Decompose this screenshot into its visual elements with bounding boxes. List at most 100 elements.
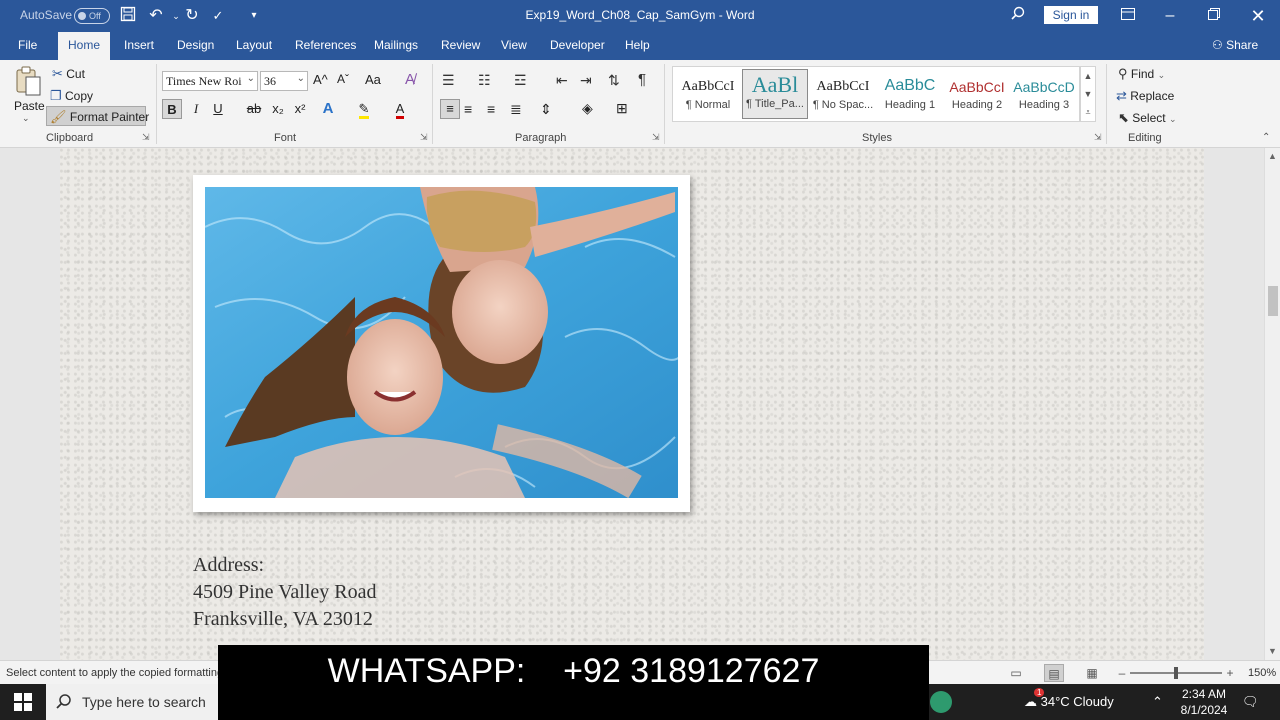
clear-formatting-icon[interactable]: A̸ bbox=[405, 71, 415, 88]
zoom-slider[interactable] bbox=[1130, 667, 1222, 679]
spelling-icon[interactable]: ✓ bbox=[208, 6, 228, 26]
copy-button[interactable]: ❐ Copy bbox=[50, 88, 93, 104]
subscript-button[interactable]: x₂ bbox=[268, 99, 288, 119]
change-case-button[interactable]: Aa bbox=[365, 72, 381, 87]
underline-button[interactable]: U bbox=[208, 99, 228, 119]
search-icon[interactable] bbox=[1008, 6, 1028, 26]
tab-file[interactable]: File bbox=[18, 38, 37, 52]
zoom-in-icon[interactable]: + bbox=[1220, 664, 1240, 682]
increase-indent-icon[interactable]: ⇥ bbox=[580, 72, 592, 89]
grow-font-button[interactable]: A^ bbox=[313, 72, 328, 87]
style-heading-3[interactable]: AaBbCcD Heading 3 bbox=[1011, 69, 1077, 119]
paste-dropdown-icon[interactable]: ⌄ bbox=[22, 113, 30, 124]
font-name-combo[interactable]: Times New Roi ⌄ bbox=[162, 71, 258, 91]
scroll-down-icon[interactable]: ▼ bbox=[1081, 85, 1095, 103]
font-size-combo[interactable]: 36 ⌄ bbox=[260, 71, 308, 91]
decrease-indent-icon[interactable]: ⇤ bbox=[556, 72, 568, 89]
style-title-page[interactable]: AaBl ¶ Title_Pa... bbox=[742, 69, 808, 119]
style-heading-1[interactable]: AaBbC Heading 1 bbox=[877, 69, 943, 119]
align-left-icon[interactable]: ≡ bbox=[440, 99, 460, 119]
borders-icon[interactable]: ⊞ bbox=[616, 100, 628, 117]
windows-start-icon[interactable] bbox=[14, 693, 32, 714]
zoom-slider-knob[interactable] bbox=[1174, 667, 1178, 679]
select-button[interactable]: ⬉ Select ⌄ bbox=[1118, 110, 1177, 126]
tab-review[interactable]: Review bbox=[441, 38, 480, 52]
clipboard-launcher-icon[interactable]: ⇲ bbox=[142, 132, 150, 143]
minimize-icon[interactable]: – bbox=[1160, 6, 1180, 26]
align-right-icon[interactable]: ≡ bbox=[487, 101, 495, 117]
paste-button[interactable]: Paste bbox=[14, 99, 45, 113]
restore-icon[interactable] bbox=[1204, 6, 1224, 26]
document-page[interactable]: Address: 4509 Pine Valley Road Franksvil… bbox=[60, 148, 1204, 660]
shrink-font-button[interactable]: Aˇ bbox=[337, 72, 349, 86]
tab-mailings[interactable]: Mailings bbox=[374, 38, 418, 52]
cut-button[interactable]: ✂ Cut bbox=[52, 66, 85, 82]
save-icon[interactable] bbox=[118, 6, 138, 26]
font-launcher-icon[interactable]: ⇲ bbox=[420, 132, 428, 143]
weather-widget[interactable]: ☁ 1 34°C Cloudy bbox=[1024, 688, 1114, 710]
tab-help[interactable]: Help bbox=[625, 38, 650, 52]
bold-button[interactable]: B bbox=[162, 99, 182, 119]
undo-icon[interactable]: ↶ bbox=[146, 6, 166, 26]
style-heading-2[interactable]: AaBbCcI Heading 2 bbox=[944, 69, 1010, 119]
replace-button[interactable]: ⇄ Replace bbox=[1116, 88, 1174, 104]
align-center-icon[interactable]: ≡ bbox=[464, 101, 472, 117]
strikethrough-button[interactable]: ab bbox=[244, 99, 264, 119]
paragraph-launcher-icon[interactable]: ⇲ bbox=[652, 132, 660, 143]
bullets-icon[interactable]: ☰ bbox=[442, 72, 455, 89]
photo-frame[interactable] bbox=[193, 175, 690, 512]
read-mode-icon[interactable]: ▭ bbox=[1006, 664, 1026, 682]
style-no-spacing[interactable]: AaBbCcI ¶ No Spac... bbox=[810, 69, 876, 119]
sign-in-button[interactable]: Sign in bbox=[1044, 6, 1098, 24]
line-spacing-icon[interactable]: ⇕ bbox=[540, 101, 552, 118]
print-layout-icon[interactable]: ▤ bbox=[1044, 664, 1064, 682]
edge-browser-icon[interactable] bbox=[930, 691, 952, 713]
redo-icon[interactable]: ↻ bbox=[182, 6, 202, 26]
collapse-ribbon-icon[interactable]: ⌃ bbox=[1262, 132, 1270, 143]
shading-icon[interactable]: ◈ bbox=[582, 100, 593, 117]
customize-toolbar-icon[interactable]: ▾ bbox=[244, 6, 264, 26]
taskbar-search[interactable]: Type here to search bbox=[46, 684, 218, 720]
tab-home[interactable]: Home bbox=[58, 32, 111, 60]
multilevel-list-icon[interactable]: ☲ bbox=[514, 72, 527, 89]
close-icon[interactable]: ✕ bbox=[1248, 6, 1268, 26]
find-button[interactable]: ⚲ Find ⌄ bbox=[1118, 66, 1165, 82]
ribbon-display-options-icon[interactable] bbox=[1118, 6, 1138, 26]
pool-photo[interactable] bbox=[205, 187, 678, 498]
tab-layout[interactable]: Layout bbox=[236, 38, 272, 52]
vertical-scrollbar[interactable]: ▲ ▼ bbox=[1264, 148, 1280, 660]
scroll-up-icon[interactable]: ▲ bbox=[1081, 67, 1095, 85]
share-button[interactable]: ⚇ Share bbox=[1212, 38, 1258, 52]
zoom-out-icon[interactable]: – bbox=[1112, 664, 1132, 682]
zoom-level[interactable]: 150% bbox=[1248, 667, 1276, 679]
clock[interactable]: 2:34 AM 8/1/2024 bbox=[1176, 686, 1232, 718]
styles-launcher-icon[interactable]: ⇲ bbox=[1094, 132, 1102, 143]
justify-icon[interactable]: ≣ bbox=[510, 101, 522, 118]
web-layout-icon[interactable]: ▦ bbox=[1082, 664, 1102, 682]
tab-references[interactable]: References bbox=[295, 38, 356, 52]
scrollbar-thumb[interactable] bbox=[1268, 286, 1278, 316]
address-block[interactable]: Address: 4509 Pine Valley Road Franksvil… bbox=[193, 552, 377, 633]
numbering-icon[interactable]: ☷ bbox=[478, 72, 491, 89]
notifications-icon[interactable]: 🗨 bbox=[1242, 694, 1259, 710]
scroll-up-icon[interactable]: ▲ bbox=[1268, 151, 1277, 161]
tab-view[interactable]: View bbox=[501, 38, 527, 52]
autosave-toggle[interactable]: Off bbox=[74, 8, 110, 24]
show-hidden-icons[interactable]: ⌃ bbox=[1152, 694, 1163, 710]
paste-icon[interactable] bbox=[14, 66, 42, 99]
tab-developer[interactable]: Developer bbox=[550, 38, 605, 52]
font-color-icon[interactable]: A bbox=[390, 99, 410, 119]
show-formatting-marks-icon[interactable]: ¶ bbox=[638, 71, 646, 88]
scroll-down-icon[interactable]: ▼ bbox=[1268, 646, 1277, 656]
sort-icon[interactable]: ⇅ bbox=[608, 72, 620, 89]
tab-insert[interactable]: Insert bbox=[124, 38, 154, 52]
superscript-button[interactable]: x² bbox=[290, 99, 310, 119]
styles-gallery-scroll[interactable]: ▲ ▼ ⩡ bbox=[1080, 66, 1096, 122]
text-effects-icon[interactable]: A bbox=[318, 99, 338, 119]
highlight-icon[interactable]: ✎ bbox=[354, 99, 374, 119]
format-painter-button[interactable]: 🖌 Format Painter bbox=[46, 106, 149, 126]
tab-design[interactable]: Design bbox=[177, 38, 214, 52]
italic-button[interactable]: I bbox=[186, 99, 206, 119]
style-normal[interactable]: AaBbCcI ¶ Normal bbox=[675, 69, 741, 119]
more-styles-icon[interactable]: ⩡ bbox=[1081, 103, 1095, 121]
